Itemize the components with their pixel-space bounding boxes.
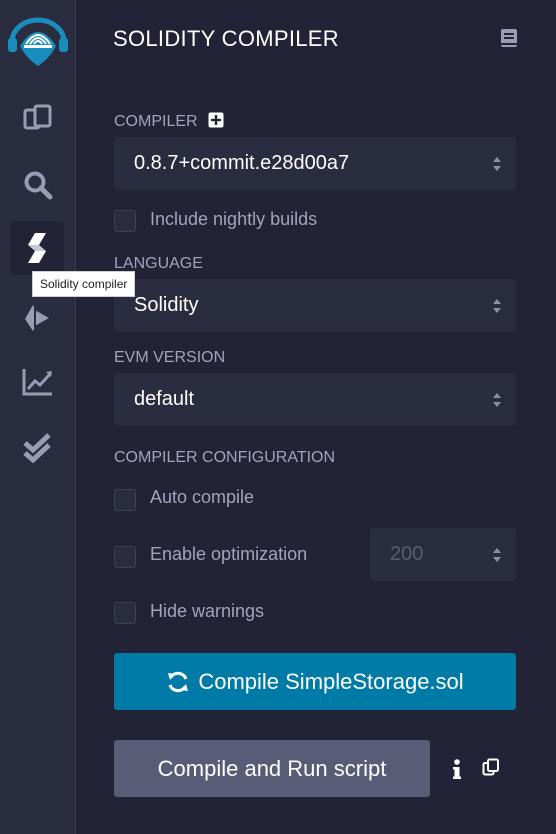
enable-optimization-checkbox[interactable] xyxy=(114,546,136,568)
compile-and-run-script-button[interactable]: Compile and Run script xyxy=(114,740,430,797)
auto-compile-checkbox[interactable] xyxy=(114,489,136,511)
refresh-icon xyxy=(168,671,189,692)
compiler-configuration-label: COMPILER CONFIGURATION xyxy=(114,449,336,466)
select-arrows-icon xyxy=(493,298,501,313)
add-compiler-icon[interactable] xyxy=(208,112,224,128)
file-explorer-icon[interactable] xyxy=(18,98,58,138)
select-arrows-icon xyxy=(493,392,501,407)
evm-version-select[interactable]: default xyxy=(114,373,516,426)
solidity-compiler-icon[interactable] xyxy=(10,221,64,275)
nightly-builds-label: Include nightly builds xyxy=(150,209,318,229)
optimization-runs-value: 200 xyxy=(390,543,424,565)
language-select[interactable]: Solidity xyxy=(114,279,516,332)
compiler-label: COMPILER xyxy=(114,113,198,130)
compile-button[interactable]: Compile SimpleStorage.sol xyxy=(114,653,516,710)
solidity-compiler-panel: SOLIDITY COMPILER COMPILER 0.8.7+commit.… xyxy=(76,0,556,834)
remix-logo-icon[interactable] xyxy=(6,8,70,72)
panel-title: SOLIDITY COMPILER xyxy=(113,26,339,51)
copy-icon[interactable] xyxy=(482,758,500,776)
stepper-arrows-icon[interactable] xyxy=(492,546,502,564)
documentation-icon[interactable] xyxy=(500,28,518,48)
search-icon[interactable] xyxy=(18,165,58,205)
enable-optimization-label: Enable optimization xyxy=(150,544,308,564)
auto-compile-label: Auto compile xyxy=(150,487,255,507)
deploy-run-icon[interactable] xyxy=(18,298,58,338)
analysis-icon[interactable] xyxy=(18,362,58,402)
icon-sidebar: Solidity compiler xyxy=(0,0,136,834)
compile-button-label: Compile SimpleStorage.sol xyxy=(198,668,464,694)
language-value: Solidity xyxy=(134,294,199,316)
select-arrows-icon xyxy=(493,156,501,171)
info-icon[interactable] xyxy=(452,758,462,780)
evm-version-value: default xyxy=(134,388,195,410)
tooltip: Solidity compiler xyxy=(32,271,136,297)
hide-warnings-label: Hide warnings xyxy=(150,601,265,621)
compile-and-run-script-label: Compile and Run script xyxy=(157,755,387,781)
evm-version-label: EVM VERSION xyxy=(114,349,226,366)
compiler-version-value: 0.8.7+commit.e28d00a7 xyxy=(134,152,350,174)
unit-testing-icon[interactable] xyxy=(18,428,58,468)
compiler-version-select[interactable]: 0.8.7+commit.e28d00a7 xyxy=(114,137,516,190)
nightly-builds-checkbox[interactable] xyxy=(114,210,136,232)
optimization-runs-input[interactable]: 200 xyxy=(370,528,516,581)
hide-warnings-checkbox[interactable] xyxy=(114,602,136,624)
